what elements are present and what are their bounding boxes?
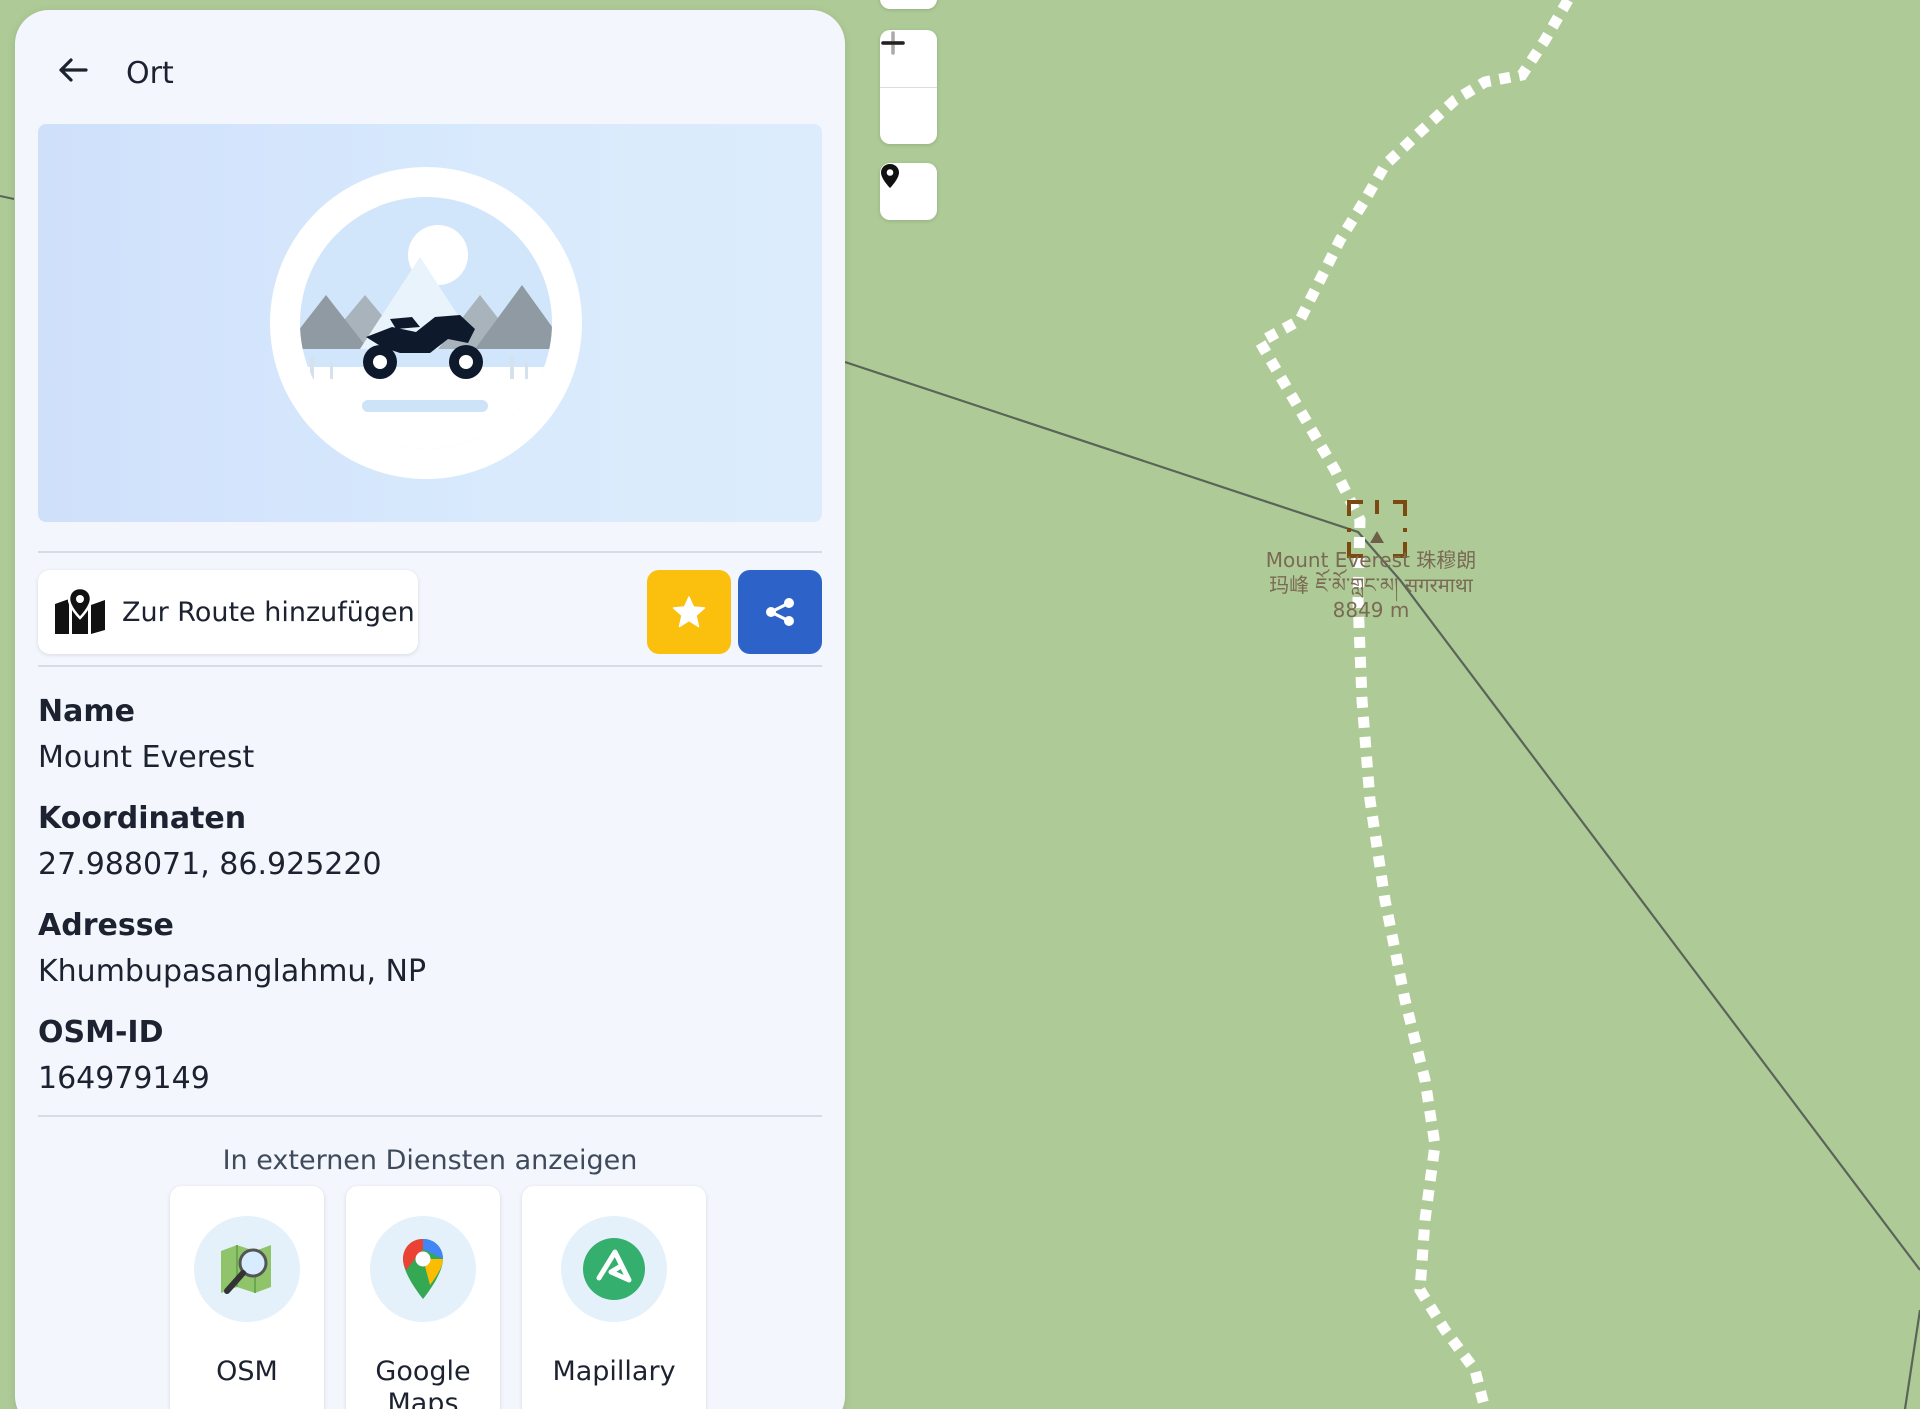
peak-elevation: 8849 m bbox=[1332, 598, 1410, 622]
peak-name-line1: Mount Everest 珠穆朗 bbox=[1265, 548, 1477, 572]
share-button[interactable] bbox=[738, 570, 822, 654]
star-icon bbox=[672, 596, 706, 628]
field-value-address: Khumbupasanglahmu, NP bbox=[38, 954, 427, 989]
favorite-button[interactable] bbox=[647, 570, 731, 654]
panel-header: Ort bbox=[15, 10, 845, 130]
trail-path bbox=[1252, 0, 1573, 1409]
minus-icon bbox=[881, 41, 905, 45]
locate-control bbox=[880, 163, 937, 220]
field-value-osm-id: 164979149 bbox=[38, 1061, 210, 1096]
external-services-title: In externen Diensten anzeigen bbox=[222, 1145, 638, 1176]
service-label-osm: OSM bbox=[216, 1356, 278, 1387]
osm-magnifier-icon bbox=[194, 1216, 300, 1322]
place-details-panel: Ort Zur Route hinzufügen Name Mount Ever… bbox=[15, 10, 845, 1409]
field-label-coordinates: Koordinaten bbox=[38, 801, 247, 836]
page-title: Ort bbox=[126, 56, 174, 91]
service-card-mapillary[interactable]: Mapillary bbox=[522, 1186, 706, 1409]
peak-name-line2: 玛峰 ཇོ་མོ་གླང་མ། सगरमाथा bbox=[1269, 573, 1473, 597]
field-label-osm-id: OSM-ID bbox=[38, 1015, 164, 1050]
service-card-google-maps[interactable]: Google Maps bbox=[346, 1186, 500, 1409]
divider bbox=[38, 1115, 822, 1117]
motorcycle-mountains-illustration bbox=[300, 197, 552, 449]
border-line-left bbox=[0, 195, 15, 200]
field-value-name: Mount Everest bbox=[38, 740, 255, 775]
peak-label: Mount Everest 珠穆朗 玛峰 ཇོ་མོ་གླང་མ། सगरमाथ… bbox=[1265, 548, 1477, 623]
service-label-google-maps: Google Maps bbox=[375, 1356, 471, 1409]
mapillary-icon bbox=[561, 1216, 667, 1322]
add-to-route-label: Zur Route hinzufügen bbox=[122, 596, 415, 628]
border-line bbox=[844, 360, 1920, 1271]
map-control-top[interactable] bbox=[880, 0, 937, 9]
add-to-route-button[interactable]: Zur Route hinzufügen bbox=[38, 570, 418, 654]
field-label-name: Name bbox=[38, 694, 135, 729]
border-line-right bbox=[1903, 1309, 1920, 1409]
map-pin-route-icon bbox=[52, 587, 108, 637]
location-pin-icon bbox=[881, 164, 899, 188]
service-label-mapillary: Mapillary bbox=[552, 1356, 676, 1387]
service-card-osm[interactable]: OSM bbox=[170, 1186, 324, 1409]
zoom-control bbox=[880, 30, 937, 144]
hero-banner bbox=[38, 124, 822, 522]
share-icon bbox=[766, 598, 794, 626]
back-button[interactable] bbox=[47, 44, 99, 96]
arrow-left-icon bbox=[59, 58, 88, 82]
locate-button[interactable] bbox=[880, 163, 937, 220]
divider bbox=[38, 665, 822, 667]
google-maps-pin-icon bbox=[370, 1216, 476, 1322]
field-label-address: Adresse bbox=[38, 908, 174, 943]
zoom-out-button[interactable] bbox=[880, 41, 937, 144]
field-value-coordinates: 27.988071, 86.925220 bbox=[38, 847, 382, 882]
divider bbox=[38, 551, 822, 553]
